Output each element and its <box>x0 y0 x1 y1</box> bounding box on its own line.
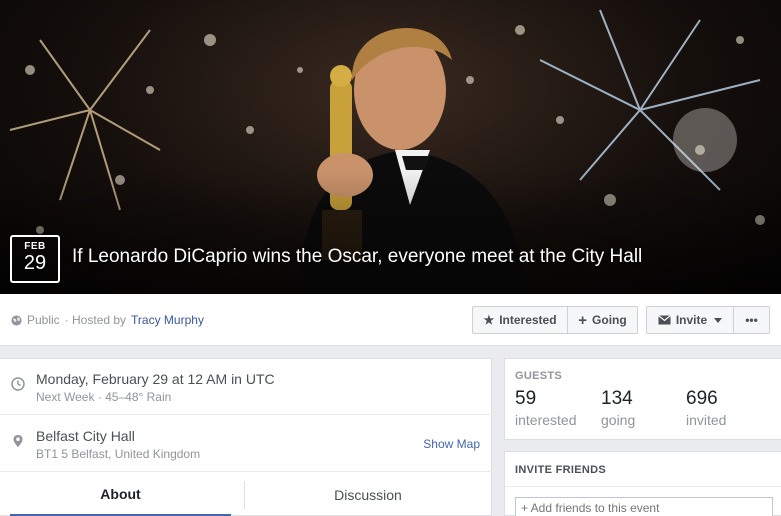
event-venue: Belfast City Hall <box>36 428 135 444</box>
going-label: going <box>601 412 636 428</box>
going-count: 134 <box>601 388 633 409</box>
host-link[interactable]: Tracy Murphy <box>131 313 204 327</box>
event-action-bar: Public · Hosted by Tracy Murphy ★ Intere… <box>0 294 781 346</box>
guest-stat-interested[interactable]: 59 interested <box>515 388 576 428</box>
tab-discussion[interactable]: Discussion <box>245 473 491 516</box>
cover-photo: FEB 29 If Leonardo DiCaprio wins the Osc… <box>0 0 781 294</box>
more-icon: ••• <box>745 313 758 327</box>
event-details-card: Monday, February 29 at 12 AM in UTC Next… <box>0 358 492 516</box>
invite-friends-card: INVITE FRIENDS <box>504 451 781 516</box>
chevron-down-icon <box>714 317 723 323</box>
date-month: FEB <box>24 241 46 252</box>
tab-about[interactable]: About <box>10 473 231 516</box>
event-tabs: About Discussion <box>0 473 492 516</box>
plus-icon: + <box>578 311 588 329</box>
event-date-badge: FEB 29 <box>10 235 60 283</box>
interested-count: 59 <box>515 388 537 409</box>
event-weather: Next Week · 45–48° Rain <box>36 390 172 404</box>
privacy-label: Public <box>27 313 60 327</box>
invite-friends-heading: INVITE FRIENDS <box>515 464 606 476</box>
envelope-icon <box>657 315 671 325</box>
guests-card: GUESTS 59 interested 134 going 696 invit… <box>504 358 781 440</box>
interested-button-label: Interested <box>499 313 557 327</box>
add-friends-input[interactable] <box>515 497 773 516</box>
guest-stat-invited[interactable]: 696 invited <box>686 388 726 428</box>
event-location-row[interactable]: Belfast City Hall BT1 5 Belfast, United … <box>0 416 492 472</box>
map-pin-icon <box>13 435 23 447</box>
event-time: Monday, February 29 at 12 AM in UTC <box>36 371 275 387</box>
divider <box>505 486 781 487</box>
globe-icon <box>11 314 22 326</box>
invite-button-label: Invite <box>675 313 708 327</box>
interested-label: interested <box>515 412 577 428</box>
show-map-link[interactable]: Show Map <box>423 437 480 451</box>
guest-stat-going[interactable]: 134 going <box>601 388 635 428</box>
event-address: BT1 5 Belfast, United Kingdom <box>36 447 201 461</box>
guests-heading: GUESTS <box>515 370 563 382</box>
event-privacy-info: Public · Hosted by Tracy Murphy <box>11 313 204 327</box>
cover-gradient <box>0 170 781 294</box>
event-title: If Leonardo DiCaprio wins the Oscar, eve… <box>72 246 643 267</box>
interested-button[interactable]: ★ Interested <box>472 306 568 334</box>
going-button-label: Going <box>592 313 627 327</box>
invite-button[interactable]: Invite <box>646 306 734 334</box>
hosted-by-label: · Hosted by <box>64 313 127 327</box>
invited-count: 696 <box>686 388 718 409</box>
date-day: 29 <box>23 252 47 274</box>
star-icon: ★ <box>483 313 495 327</box>
invited-label: invited <box>686 412 727 428</box>
more-options-button[interactable]: ••• <box>733 306 770 334</box>
going-button[interactable]: + Going <box>567 306 638 334</box>
clock-icon <box>11 377 25 391</box>
event-time-row[interactable]: Monday, February 29 at 12 AM in UTC Next… <box>0 359 492 415</box>
